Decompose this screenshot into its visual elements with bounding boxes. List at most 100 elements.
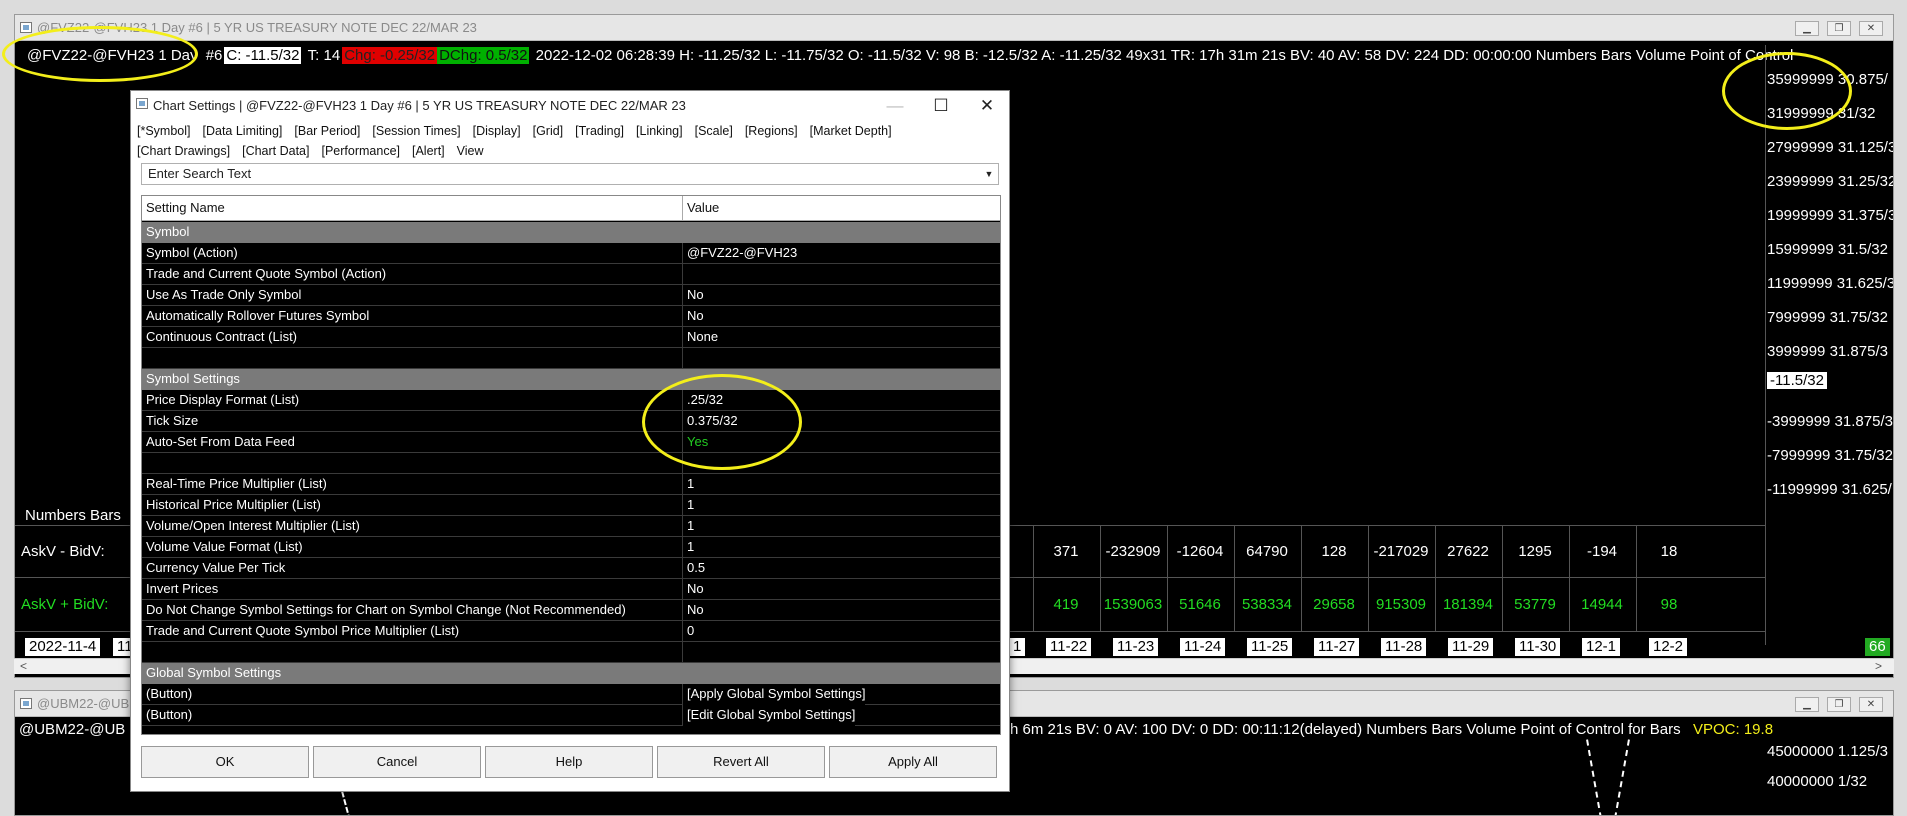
setting-value[interactable]: [Edit Global Symbol Settings] (682, 705, 856, 726)
section-header[interactable]: Symbol (142, 222, 1000, 243)
setting-name: Invert Prices (146, 581, 219, 596)
setting-row[interactable] (142, 348, 1000, 369)
tab-display[interactable]: [Display] (473, 121, 521, 141)
minimize-icon[interactable]: — (877, 95, 913, 117)
setting-name: Auto-Set From Data Feed (146, 434, 295, 449)
setting-value[interactable]: 0 (682, 621, 694, 642)
setting-row[interactable]: Trade and Current Quote Symbol (Action) (142, 264, 1000, 285)
window-icon (20, 698, 32, 709)
close-icon[interactable]: ✕ (1859, 697, 1883, 712)
price-axis-label: 3999999 31.875/3 (1767, 343, 1888, 360)
setting-name: Currency Value Per Tick (146, 560, 286, 575)
scroll-right-icon[interactable]: > (1875, 659, 1882, 673)
setting-row[interactable] (142, 642, 1000, 663)
setting-row[interactable]: Auto-Set From Data Feed Yes (142, 432, 1000, 453)
close-icon[interactable]: ✕ (1859, 21, 1883, 36)
setting-name: Tick Size (146, 413, 199, 428)
section-header[interactable]: Symbol Settings (142, 369, 1000, 390)
tab-grid[interactable]: [Grid] (533, 121, 564, 141)
setting-name: Volume/Open Interest Multiplier (List) (146, 518, 360, 533)
tab-chartdata[interactable]: [Chart Data] (242, 141, 309, 161)
tab-sessiontimes[interactable]: [Session Times] (372, 121, 460, 141)
cancel-button[interactable]: Cancel (313, 746, 481, 778)
header-trades: T: 14 (307, 47, 341, 64)
setting-row[interactable] (142, 453, 1000, 474)
tab-linking[interactable]: [Linking] (636, 121, 683, 141)
tab-trading[interactable]: [Trading] (575, 121, 624, 141)
maximize-icon[interactable]: ☐ (923, 95, 959, 117)
setting-value[interactable]: No (682, 600, 704, 621)
tab-datalimiting[interactable]: [Data Limiting] (203, 121, 283, 141)
setting-value[interactable]: [Apply Global Symbol Settings] (682, 684, 866, 705)
restore-icon[interactable]: ❐ (1827, 697, 1851, 712)
setting-row[interactable]: Automatically Rollover Futures Symbol No (142, 306, 1000, 327)
setting-row[interactable]: Price Display Format (List) .25/32 (142, 390, 1000, 411)
tab-marketdepth[interactable]: [Market Depth] (810, 121, 892, 141)
tab-regions[interactable]: [Regions] (745, 121, 798, 141)
setting-value[interactable]: 1 (682, 495, 694, 516)
setting-row[interactable]: Volume/Open Interest Multiplier (List) 1 (142, 516, 1000, 537)
setting-value[interactable] (682, 642, 687, 663)
setting-value[interactable]: None (682, 327, 718, 348)
setting-row[interactable]: Continuous Contract (List) None (142, 327, 1000, 348)
price-axis-label: 27999999 31.125/3 (1767, 139, 1894, 156)
setting-row[interactable]: Tick Size 0.375/32 (142, 411, 1000, 432)
setting-name: Global Symbol Settings (146, 665, 282, 680)
vpoc-label: VPOC: 19.8 (1693, 721, 1774, 738)
restore-icon[interactable]: ❐ (1827, 21, 1851, 36)
column-divider (1368, 525, 1369, 631)
setting-row[interactable]: Trade and Current Quote Symbol Price Mul… (142, 621, 1000, 642)
settings-grid[interactable]: Setting Name Value Symbol Symbol (Action)… (141, 195, 1001, 735)
setting-row[interactable]: Symbol (Action) @FVZ22-@FVH23 (142, 243, 1000, 264)
setting-row[interactable]: Historical Price Multiplier (List) 1 (142, 495, 1000, 516)
ok-button[interactable]: OK (141, 746, 309, 778)
setting-value[interactable]: No (682, 285, 704, 306)
askv-plus-bidv-cell: 419 (1053, 596, 1079, 613)
setting-value[interactable]: No (682, 306, 704, 327)
close-icon[interactable]: ✕ (969, 95, 1005, 117)
price-axis-label: -7999999 31.75/32 (1767, 447, 1893, 464)
setting-value[interactable]: @FVZ22-@FVH23 (682, 243, 797, 264)
tab-view[interactable]: View (457, 141, 484, 161)
tab-symbol[interactable]: [*Symbol] (137, 121, 191, 141)
setting-value[interactable] (682, 264, 687, 285)
setting-row[interactable]: Do Not Change Symbol Settings for Chart … (142, 600, 1000, 621)
setting-row[interactable]: (Button) [Edit Global Symbol Settings] (142, 705, 1000, 726)
setting-value[interactable]: 1 (682, 537, 694, 558)
tab-barperiod[interactable]: [Bar Period] (294, 121, 360, 141)
setting-value[interactable]: 1 (682, 474, 694, 495)
apply-all-button[interactable]: Apply All (829, 746, 997, 778)
tab-performance[interactable]: [Performance] (321, 141, 400, 161)
setting-row[interactable]: Volume Value Format (List) 1 (142, 537, 1000, 558)
scroll-left-icon[interactable]: < (20, 659, 27, 673)
setting-value[interactable]: No (682, 579, 704, 600)
setting-row[interactable]: (Button) [Apply Global Symbol Settings] (142, 684, 1000, 705)
tab-alert[interactable]: [Alert] (412, 141, 445, 161)
minimize-icon[interactable]: ▁ (1795, 697, 1819, 712)
chart-settings-dialog[interactable]: Chart Settings | @FVZ22-@FVH23 1 Day #6 … (130, 90, 1010, 792)
chevron-down-icon[interactable]: ▼ (982, 166, 996, 182)
search-placeholder: Enter Search Text (148, 166, 252, 181)
column-divider (1167, 525, 1168, 631)
setting-row[interactable]: Currency Value Per Tick 0.5 (142, 558, 1000, 579)
setting-value[interactable]: 0.5 (682, 558, 705, 579)
search-input[interactable]: Enter Search Text ▼ (141, 163, 999, 185)
setting-row[interactable]: Real-Time Price Multiplier (List) 1 (142, 474, 1000, 495)
setting-row[interactable]: Use As Trade Only Symbol No (142, 285, 1000, 306)
section-header[interactable]: Global Symbol Settings (142, 663, 1000, 684)
date-label: 12-1 (1582, 638, 1621, 656)
annotation-circle (2, 26, 198, 82)
col-setting-name: Setting Name (146, 200, 225, 215)
setting-value[interactable]: 1 (682, 516, 694, 537)
help-button[interactable]: Help (485, 746, 653, 778)
main-window-titlebar[interactable]: @FVZ22-@FVH23 1 Day #6 | 5 YR US TREASUR… (15, 15, 1893, 41)
setting-value[interactable] (682, 348, 687, 369)
minimize-icon[interactable]: ▁ (1795, 21, 1819, 36)
setting-row[interactable]: Invert Prices No (142, 579, 1000, 600)
setting-name: Automatically Rollover Futures Symbol (146, 308, 370, 323)
price-axis-label: 19999999 31.375/3 (1767, 207, 1894, 224)
revert-all-button[interactable]: Revert All (657, 746, 825, 778)
tab-scale[interactable]: [Scale] (695, 121, 733, 141)
tab-chartdrawings[interactable]: [Chart Drawings] (137, 141, 230, 161)
price-axis-label: 23999999 31.25/32 (1767, 173, 1894, 190)
